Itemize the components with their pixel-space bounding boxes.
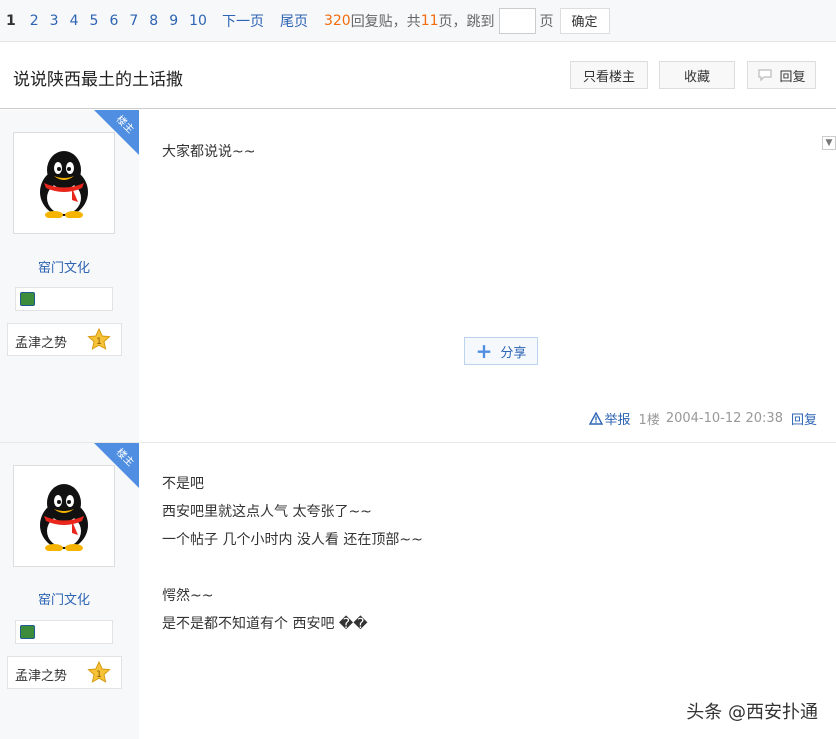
level-badge-icon: [20, 625, 35, 639]
jump-label: 页，跳到: [438, 13, 495, 30]
post-line: [162, 554, 423, 582]
share-label: 分享: [500, 345, 527, 361]
pager-current: 1: [6, 12, 16, 29]
report-link[interactable]: 举报: [605, 409, 631, 428]
post-content: 大家都说说~~: [162, 138, 255, 166]
post-1: 楼主 窑门文化 孟津之势 1 大家都说说~~ ▼ + 分享 举报 1楼 2004…: [0, 110, 836, 443]
star-level-icon: 1: [87, 328, 111, 350]
pager-page-10[interactable]: 10: [189, 13, 207, 29]
page-unit-label: 页: [539, 13, 554, 30]
post-time: 2004-10-12 20:38: [665, 411, 783, 426]
confirm-button[interactable]: 确定: [559, 7, 610, 34]
post-footer: 举报 1楼 2004-10-12 20:38 回复: [588, 409, 817, 428]
only-owner-button[interactable]: 只看楼主: [570, 61, 648, 89]
pager: 1 2 3 4 5 6 7 8 9 10 下一页 尾页 320 回复贴，共 11…: [0, 0, 836, 42]
author-panel: 楼主 窑门文化 孟津之势 1: [0, 110, 139, 442]
post-2: 楼主 窑门文化 孟津之势 1 不是吧 西安吧里就这点人气 太夸张了~~ 一个帖子…: [0, 443, 836, 739]
pager-next-link[interactable]: 下一页: [222, 11, 264, 31]
bar-membership[interactable]: 孟津之势 1: [7, 323, 122, 356]
jump-page-input[interactable]: [498, 7, 536, 34]
bar-name: 孟津之势: [15, 669, 68, 684]
floor-number: 1楼: [638, 413, 660, 428]
post-line: 西安吧里就这点人气 太夸张了~~: [162, 504, 372, 520]
bar-membership[interactable]: 孟津之势 1: [7, 656, 122, 689]
thread-title: 说说陕西最土的土话撒: [13, 70, 183, 90]
author-panel: 楼主 窑门文化 孟津之势 1: [0, 443, 139, 739]
owner-badge: 楼主: [113, 446, 136, 469]
pager-last-link[interactable]: 尾页: [280, 11, 308, 31]
watermark: 头条 @西安扑通: [686, 702, 818, 723]
pager-page-4[interactable]: 4: [70, 13, 79, 29]
pager-page-5[interactable]: 5: [90, 13, 99, 29]
level-badge-icon: [20, 292, 35, 306]
favorite-button[interactable]: 收藏: [659, 61, 735, 89]
dropdown-arrow-icon[interactable]: ▼: [822, 136, 836, 150]
pager-page-9[interactable]: 9: [169, 13, 178, 29]
post-content: 不是吧 西安吧里就这点人气 太夸张了~~ 一个帖子 几个小时内 没人看 还在顶部…: [162, 470, 423, 638]
plus-share-icon: +: [475, 339, 493, 363]
author-name[interactable]: 窑门文化: [0, 589, 128, 608]
level-badge: [15, 620, 113, 644]
post-reply-link[interactable]: 回复: [791, 409, 817, 428]
post-line: 是不是都不知道有个 西安吧 ��: [162, 616, 368, 632]
bar-name: 孟津之势: [15, 336, 68, 351]
reply-button[interactable]: 回复: [747, 61, 816, 89]
penguin-avatar-icon: [40, 151, 88, 218]
reply-bubble-icon: [758, 69, 773, 82]
warning-icon: [588, 412, 603, 425]
pager-page-6[interactable]: 6: [109, 13, 118, 29]
post-line: 大家都说说~~: [162, 144, 256, 160]
post-line: 一个帖子 几个小时内 没人看 还在顶部~~: [162, 532, 423, 548]
total-pages: 11: [420, 12, 439, 29]
author-name[interactable]: 窑门文化: [0, 257, 128, 276]
svg-text:1: 1: [96, 337, 102, 347]
post-line: 不是吧: [162, 476, 204, 492]
star-level-icon: 1: [87, 661, 111, 683]
owner-ribbon: 楼主: [94, 443, 139, 488]
reply-button-label: 回复: [779, 69, 806, 85]
post-line: 愕然~~: [162, 588, 214, 604]
reply-count-label: 回复贴，共: [350, 13, 421, 30]
level-badge: [15, 287, 113, 311]
share-button[interactable]: + 分享: [464, 337, 538, 365]
thread-header: 说说陕西最土的土话撒 只看楼主 收藏 回复: [0, 43, 836, 109]
owner-badge: 楼主: [113, 113, 136, 136]
owner-ribbon: 楼主: [94, 110, 139, 155]
pager-page-2[interactable]: 2: [30, 13, 39, 29]
pager-page-7[interactable]: 7: [129, 13, 138, 29]
svg-text:1: 1: [96, 670, 102, 680]
reply-count: 320: [323, 12, 351, 29]
penguin-avatar-icon: [40, 484, 88, 551]
pager-page-3[interactable]: 3: [50, 13, 59, 29]
pager-page-8[interactable]: 8: [149, 13, 158, 29]
